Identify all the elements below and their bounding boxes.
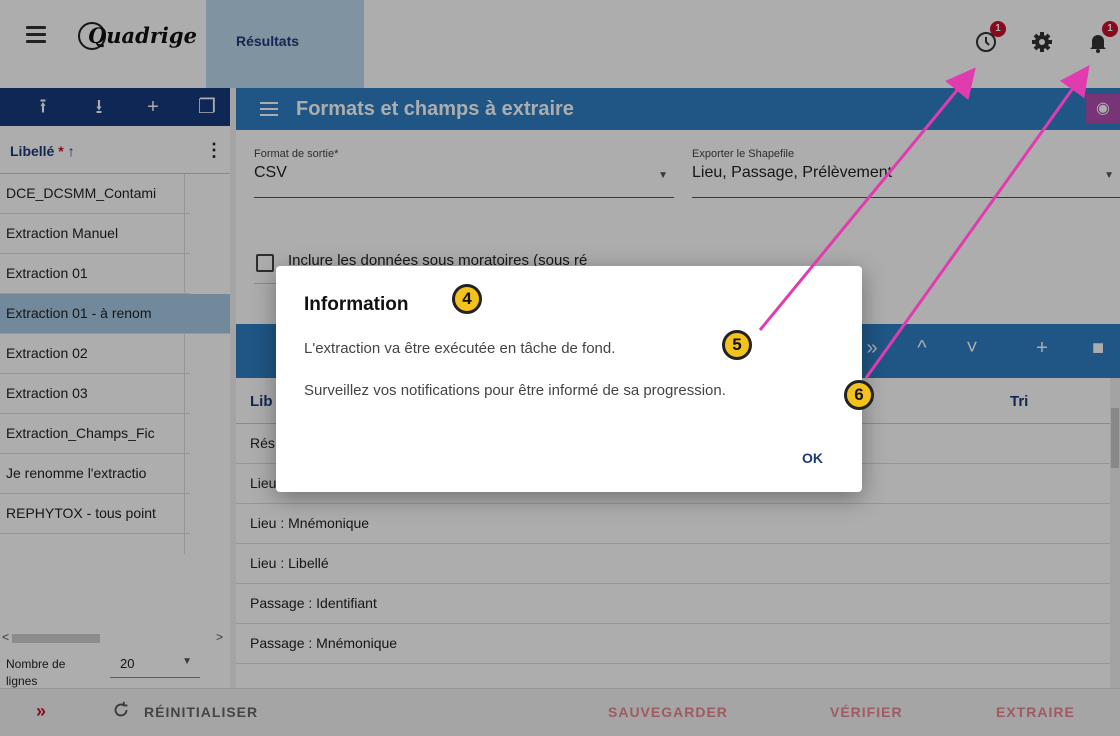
- information-dialog: Information L'extraction va être exécuté…: [276, 266, 862, 492]
- dialog-message-1: L'extraction va être exécutée en tâche d…: [304, 340, 616, 357]
- callout-6: 6: [844, 380, 874, 410]
- dialog-title: Information: [304, 294, 409, 315]
- callout-4: 4: [452, 284, 482, 314]
- callout-5: 5: [722, 330, 752, 360]
- dialog-message-2: Surveillez vos notifications pour être i…: [304, 382, 726, 399]
- ok-button[interactable]: OK: [802, 450, 823, 466]
